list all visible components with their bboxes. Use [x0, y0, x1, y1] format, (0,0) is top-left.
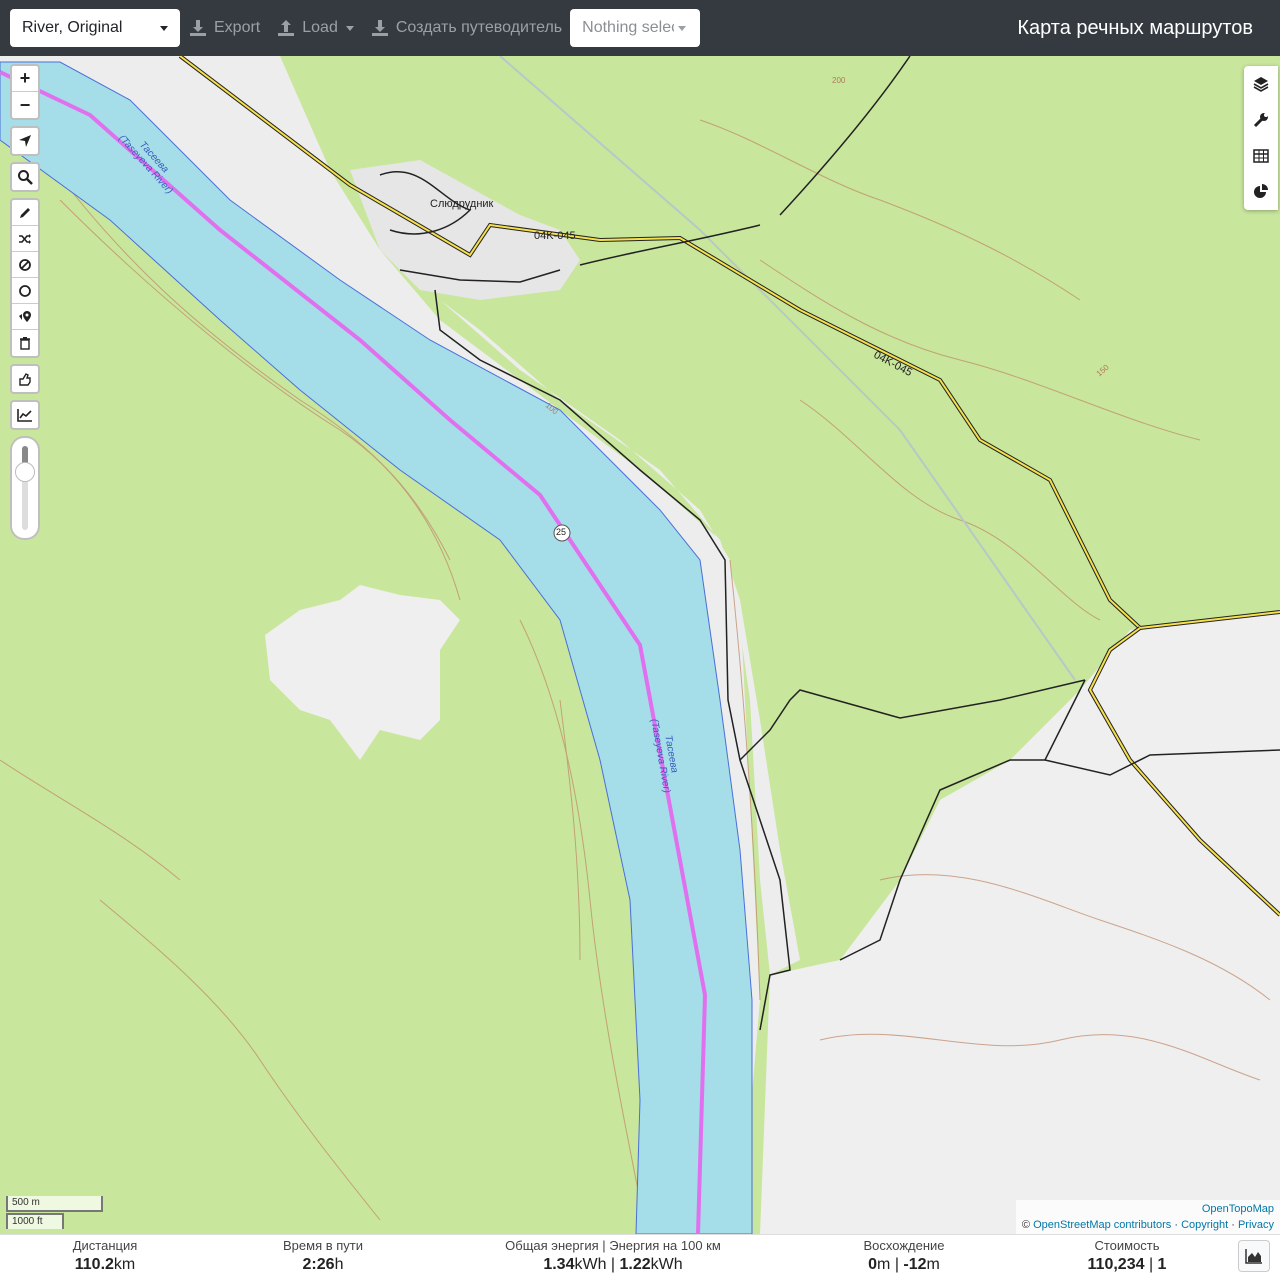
draw-button[interactable] — [12, 200, 38, 226]
wrench-icon — [1253, 113, 1268, 128]
opacity-slider[interactable] — [12, 438, 38, 538]
hand-control — [10, 364, 40, 394]
data-table-button[interactable] — [1244, 138, 1278, 174]
poi-button[interactable] — [12, 304, 38, 330]
load-label: Load — [302, 19, 338, 36]
elevation-chart-toggle-button[interactable] — [1238, 1240, 1270, 1272]
chevron-down-icon — [345, 25, 354, 31]
delete-route-button[interactable] — [12, 330, 38, 356]
copyright-symbol: © — [1021, 1219, 1031, 1231]
stat-cost: Стоимость 110,234 | 1 — [1070, 1237, 1184, 1276]
route-marker-label: 25 — [556, 527, 567, 537]
app-title: Карта речных маршрутов — [1017, 16, 1253, 39]
reverse-route-button[interactable] — [12, 226, 38, 252]
poi-icon — [19, 310, 31, 322]
privacy-link[interactable]: Privacy — [1238, 1219, 1274, 1231]
create-guide-label: Создать путеводитель — [395, 19, 563, 36]
export-button[interactable]: Export — [188, 9, 260, 47]
zoom-in-button[interactable]: + — [12, 66, 38, 92]
road-code-label: 04K-045 — [534, 230, 576, 242]
chevron-down-icon — [678, 25, 687, 31]
analysis-button[interactable] — [1244, 174, 1278, 210]
circle-area-button[interactable] — [12, 278, 38, 304]
route-stats-bar: Дистанция 110.2km Время в пути 2:26h Общ… — [0, 1234, 1280, 1280]
pie-chart-icon — [1254, 184, 1268, 198]
scale-bar-imperial: 1000 ft — [6, 1213, 64, 1229]
zoom-control: + − — [10, 64, 40, 120]
route-select-value: Nothing selected — [582, 19, 674, 36]
osm-link[interactable]: OpenStreetMap contributors — [1033, 1219, 1171, 1231]
attribution-separator: · — [1231, 1219, 1235, 1231]
copyright-link[interactable]: Copyright — [1181, 1219, 1228, 1231]
load-button[interactable]: Load — [276, 9, 354, 47]
stat-value: 1.34kWh | 1.22kWh — [543, 1256, 683, 1273]
settings-button[interactable] — [1244, 102, 1278, 138]
download-icon — [371, 20, 388, 36]
opacity-slider-control — [10, 436, 40, 540]
stat-value: 0m | -12m — [868, 1256, 940, 1273]
stat-value: 110,234 | 1 — [1087, 1256, 1167, 1273]
route-select[interactable]: Nothing selected — [570, 9, 701, 47]
elevation-control — [10, 400, 40, 430]
search-control — [10, 162, 40, 192]
trash-icon — [20, 337, 30, 350]
hand-icon — [19, 373, 31, 386]
export-label: Export — [214, 19, 261, 36]
layers-button[interactable] — [1244, 66, 1278, 102]
upload-icon — [278, 20, 295, 36]
locate-button[interactable] — [12, 128, 38, 154]
shuffle-icon — [19, 233, 31, 244]
draw-toolbar — [10, 198, 40, 358]
zoom-out-button[interactable]: − — [12, 92, 38, 118]
create-guide-button[interactable]: Создать путеводитель — [370, 9, 562, 47]
map-options-control — [1244, 66, 1278, 210]
stat-value: 2:26h — [302, 1256, 344, 1273]
elevation-profile-button[interactable] — [12, 402, 38, 428]
stat-time: Время в пути 2:26h — [263, 1237, 383, 1276]
download-icon — [190, 20, 206, 36]
search-button[interactable] — [12, 164, 38, 190]
profile-select-value: River, Original — [22, 19, 123, 36]
app-root: River, Original Export Load Создать путе… — [0, 0, 1280, 1280]
stat-distance: Дистанция 110.2km — [50, 1237, 160, 1276]
table-icon — [1253, 149, 1269, 163]
stat-value: 110.2km — [74, 1256, 136, 1273]
stat-label: Восхождение — [863, 1238, 945, 1253]
attribution-separator: · — [1174, 1219, 1178, 1231]
stat-energy: Общая энергия | Энергия на 100 км 1.34kW… — [495, 1237, 731, 1276]
locate-control — [10, 126, 40, 156]
slider-thumb[interactable] — [15, 462, 35, 482]
village-label: Слюдрудник — [430, 198, 494, 210]
top-navbar: River, Original Export Load Создать путе… — [0, 0, 1280, 56]
chart-line-icon — [17, 409, 32, 422]
locate-icon — [19, 135, 31, 147]
circle-icon — [19, 284, 31, 297]
no-go-area-button[interactable] — [12, 252, 38, 278]
contour-label: 200 — [832, 76, 846, 85]
chevron-down-icon — [160, 25, 168, 31]
area-chart-icon — [1245, 1249, 1262, 1264]
block-icon — [19, 258, 31, 271]
stat-label: Общая энергия | Энергия на 100 км — [505, 1238, 721, 1253]
hand-button[interactable] — [12, 366, 38, 392]
draw-icon — [20, 207, 30, 218]
scale-bar-metric: 500 m — [6, 1196, 103, 1212]
map-canvas[interactable]: Слюдрудник 04K-045 04K-045 Тасеева (Tase… — [0, 56, 1280, 1234]
profile-select[interactable]: River, Original — [10, 9, 180, 47]
search-icon — [18, 170, 33, 185]
stat-label: Время в пути — [283, 1238, 363, 1253]
provider-link[interactable]: OpenTopoMap — [1202, 1203, 1274, 1215]
topo-basemap — [0, 56, 1280, 1234]
layers-icon — [1253, 77, 1269, 92]
map-attribution: OpenTopoMap © OpenStreetMap contributors… — [1015, 1200, 1280, 1234]
stat-label: Дистанция — [72, 1238, 138, 1253]
stat-ascent: Восхождение 0m | -12m — [844, 1237, 964, 1276]
stat-label: Стоимость — [1094, 1238, 1160, 1253]
